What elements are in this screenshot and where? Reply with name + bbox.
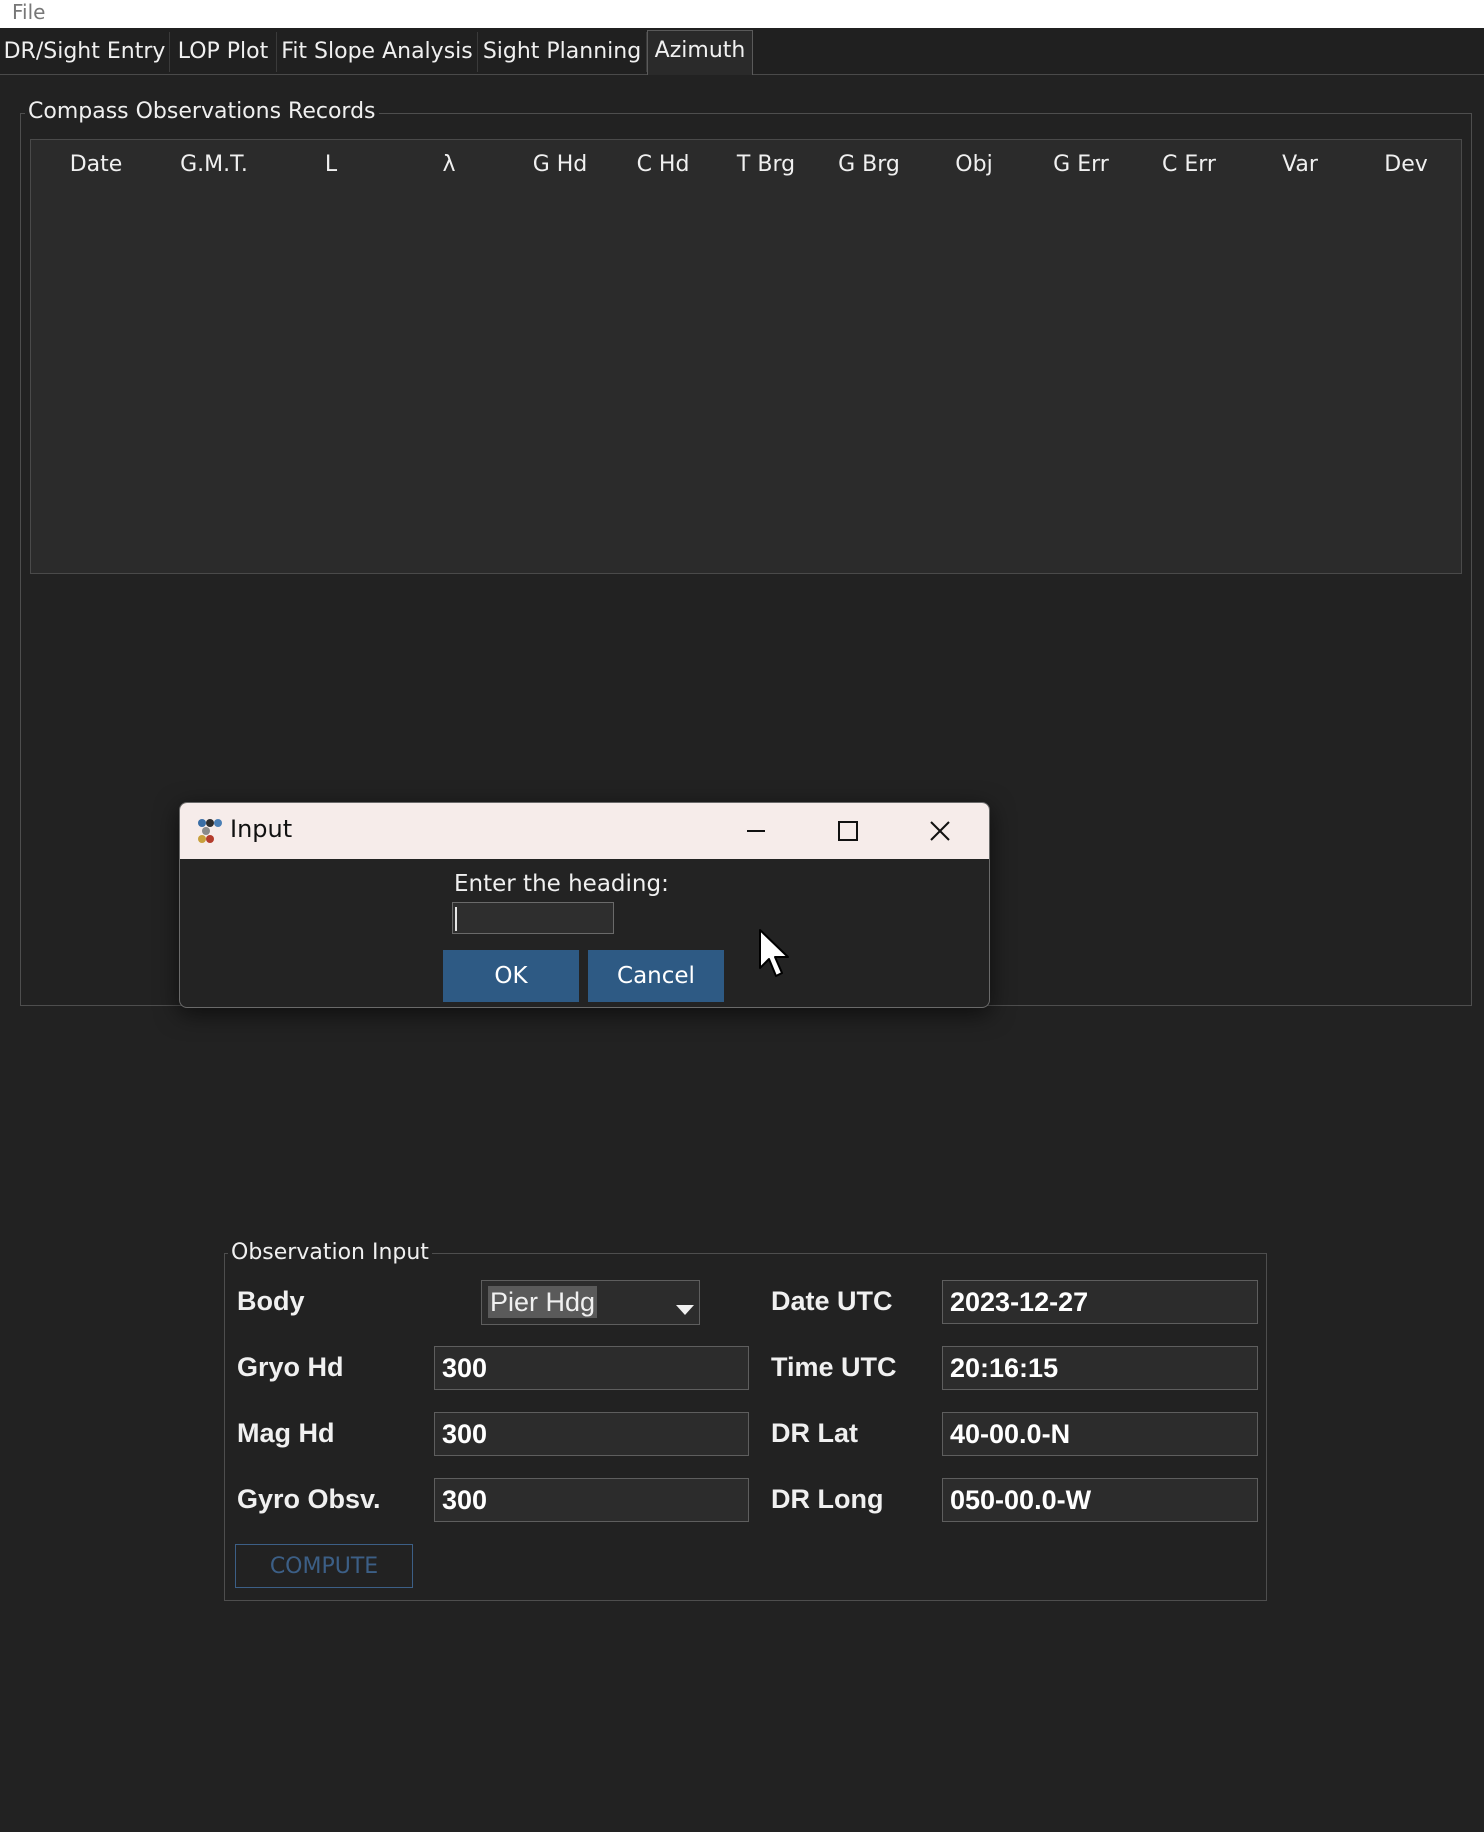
- menu-file[interactable]: File: [12, 0, 45, 24]
- column-header-lat[interactable]: L: [325, 152, 337, 177]
- column-header-t-brg[interactable]: T Brg: [737, 152, 795, 177]
- time-utc-label: Time UTC: [771, 1352, 897, 1382]
- records-table[interactable]: Date G.M.T. L λ G Hd C Hd T Brg G Brg Ob…: [30, 139, 1462, 574]
- column-header-g-brg[interactable]: G Brg: [838, 152, 900, 177]
- body-select-value: Pier Hdg: [488, 1286, 598, 1318]
- column-header-g-err[interactable]: G Err: [1053, 152, 1109, 177]
- input-dialog: Input Enter the heading: OK Cancel: [179, 802, 990, 1008]
- column-header-var[interactable]: Var: [1282, 152, 1318, 177]
- ok-button[interactable]: OK: [443, 950, 579, 1002]
- text-caret: [455, 907, 457, 931]
- tab-lop-plot[interactable]: LOP Plot: [170, 32, 277, 72]
- dialog-titlebar[interactable]: Input: [180, 803, 989, 859]
- dr-lat-input[interactable]: [942, 1412, 1258, 1456]
- tab-fit-slope-analysis[interactable]: Fit Slope Analysis: [277, 32, 478, 72]
- maximize-button[interactable]: [828, 813, 868, 849]
- minimize-icon: [747, 830, 765, 832]
- dr-long-input[interactable]: [942, 1478, 1258, 1522]
- date-utc-input[interactable]: [942, 1280, 1258, 1324]
- close-button[interactable]: [920, 813, 960, 849]
- body-label: Body: [237, 1286, 305, 1316]
- mag-hd-label: Mag Hd: [237, 1418, 335, 1448]
- dr-lat-label: DR Lat: [771, 1418, 858, 1448]
- mag-hd-input[interactable]: [434, 1412, 749, 1456]
- column-header-date[interactable]: Date: [70, 152, 123, 177]
- column-header-g-hd[interactable]: G Hd: [533, 152, 588, 177]
- column-header-long[interactable]: λ: [442, 152, 455, 177]
- column-header-c-err[interactable]: C Err: [1162, 152, 1216, 177]
- gyro-obsv-label: Gyro Obsv.: [237, 1484, 381, 1514]
- dr-long-label: DR Long: [771, 1484, 884, 1514]
- tab-azimuth[interactable]: Azimuth: [647, 30, 753, 75]
- heading-input[interactable]: [452, 902, 614, 934]
- tab-dr-sight-entry[interactable]: DR/Sight Entry: [0, 32, 170, 72]
- tab-sight-planning[interactable]: Sight Planning: [478, 32, 647, 72]
- time-utc-input[interactable]: [942, 1346, 1258, 1390]
- column-header-c-hd[interactable]: C Hd: [637, 152, 690, 177]
- chevron-down-icon: [676, 1305, 694, 1315]
- close-icon: [930, 821, 950, 841]
- date-utc-label: Date UTC: [771, 1286, 893, 1316]
- column-header-gmt[interactable]: G.M.T.: [180, 152, 248, 177]
- body-select[interactable]: Pier Hdg: [481, 1280, 700, 1325]
- minimize-button[interactable]: [736, 813, 776, 849]
- heading-prompt: Enter the heading:: [454, 871, 669, 897]
- maximize-icon: [838, 821, 858, 841]
- gyro-hd-input[interactable]: [434, 1346, 749, 1390]
- column-header-obj[interactable]: Obj: [955, 152, 992, 177]
- mouse-cursor-icon: [759, 929, 789, 977]
- app-icon: [198, 819, 222, 843]
- records-title: Compass Observations Records: [25, 99, 379, 124]
- dialog-title: Input: [230, 815, 293, 843]
- column-header-dev[interactable]: Dev: [1384, 152, 1428, 177]
- gyro-hd-label: Gryo Hd: [237, 1352, 344, 1382]
- gyro-obsv-input[interactable]: [434, 1478, 749, 1522]
- tab-bar: DR/Sight Entry LOP Plot Fit Slope Analys…: [0, 28, 1484, 75]
- menu-bar: File: [0, 0, 1484, 28]
- cancel-button[interactable]: Cancel: [588, 950, 724, 1002]
- compute-button[interactable]: COMPUTE: [235, 1544, 413, 1588]
- observation-title: Observation Input: [228, 1240, 432, 1265]
